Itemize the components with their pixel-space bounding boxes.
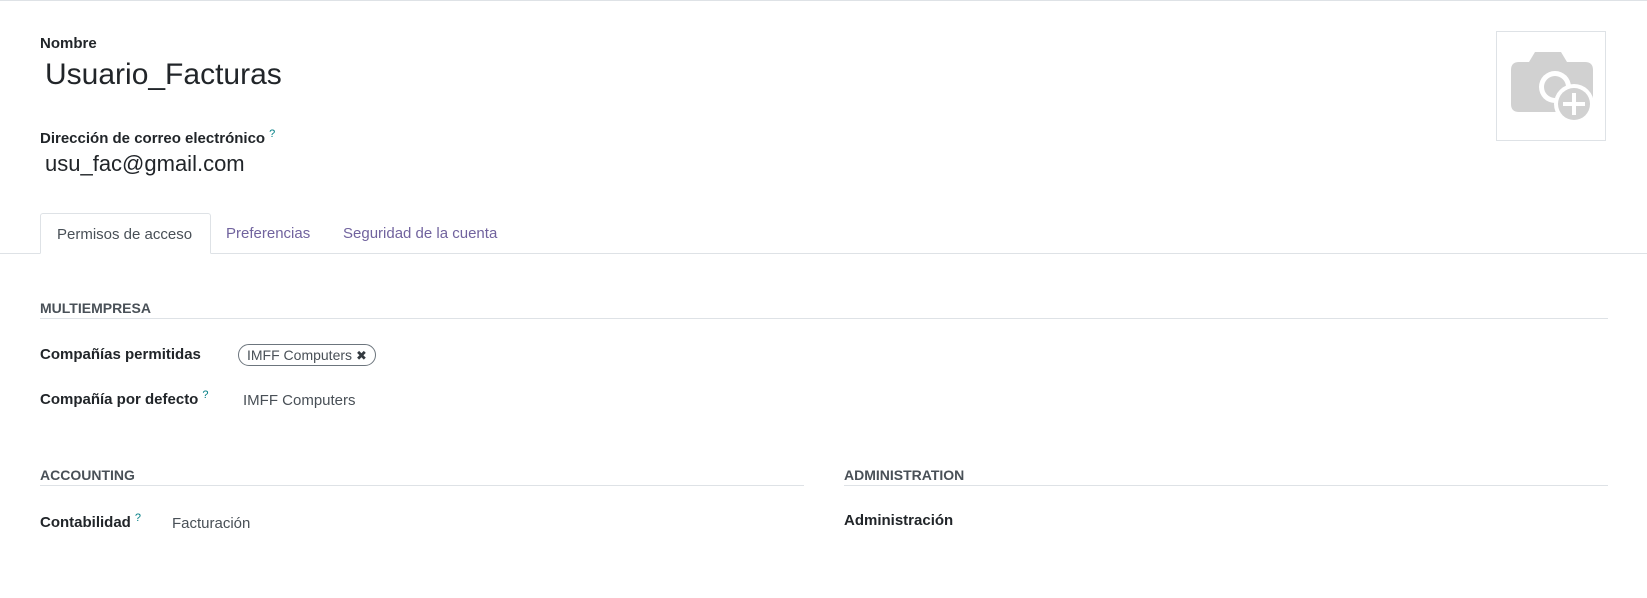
top-border <box>0 0 1647 1</box>
section-title-administration: ADMINISTRATION <box>844 467 965 483</box>
accounting-help-icon[interactable]: ? <box>135 512 141 524</box>
default-company-label: Compañía por defecto? <box>40 389 208 408</box>
section-title-accounting: ACCOUNTING <box>40 467 135 483</box>
accounting-select[interactable]: Facturación <box>172 515 250 532</box>
default-company-help-icon[interactable]: ? <box>202 389 208 401</box>
section-divider-accounting <box>40 485 804 486</box>
name-label: Nombre <box>40 35 97 52</box>
email-label-text: Dirección de correo electrónico <box>40 130 266 147</box>
tab-seguridad-de-la-cuenta[interactable]: Seguridad de la cuenta <box>327 213 513 254</box>
tab-preferencias[interactable]: Preferencias <box>210 213 326 254</box>
accounting-label-text: Contabilidad <box>40 514 131 531</box>
default-company-field[interactable]: IMFF Computers <box>243 392 356 409</box>
section-title-multiempresa: MULTIEMPRESA <box>40 300 151 316</box>
administration-label: Administración <box>844 512 954 529</box>
avatar-upload[interactable] <box>1496 31 1606 141</box>
section-divider-administration <box>844 485 1608 486</box>
default-company-label-text: Compañía por defecto <box>40 391 199 408</box>
close-icon[interactable]: ✖ <box>356 348 367 363</box>
name-input[interactable]: Usuario_Facturas <box>45 58 282 92</box>
email-help-icon[interactable]: ? <box>269 128 275 140</box>
email-label: Dirección de correo electrónico? <box>40 128 275 147</box>
accounting-label: Contabilidad? <box>40 512 141 531</box>
allowed-companies-label: Compañías permitidas <box>40 346 201 363</box>
tab-permisos-de-acceso[interactable]: Permisos de acceso <box>40 213 211 254</box>
section-divider-multiempresa <box>40 318 1608 319</box>
company-tag-label: IMFF Computers <box>247 347 353 363</box>
email-input[interactable]: usu_fac@gmail.com <box>45 151 245 177</box>
camera-plus-icon <box>1511 52 1594 124</box>
company-tag: IMFF Computers ✖ <box>238 344 376 366</box>
